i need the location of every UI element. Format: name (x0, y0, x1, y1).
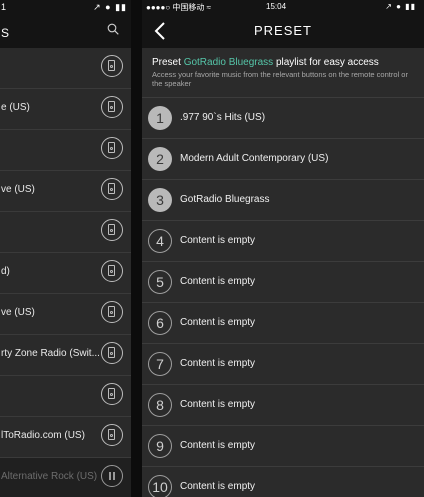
carrier-label: ●●●●○ 中国移动 ≈ (146, 3, 211, 12)
left-station-row[interactable]: lToRadio.com (US) (0, 417, 131, 458)
left-status-time: 1 (1, 2, 7, 12)
preset-label: Content is empty (180, 317, 256, 328)
preset-row-3[interactable]: 3 GotRadio Bluegrass (142, 179, 424, 220)
speaker-icon[interactable] (101, 96, 123, 118)
left-status-bar: 1 ↗ ● ▮▮ (0, 0, 131, 14)
preset-screen: ●●●●○ 中国移动 ≈ 15:04 ↗ ● ▮▮ PRESET Preset … (142, 0, 424, 497)
status-time: 15:04 (266, 2, 287, 11)
intro-prefix: Preset (152, 57, 184, 68)
speaker-icon[interactable] (101, 342, 123, 364)
speaker-icon[interactable] (101, 178, 123, 200)
left-status-icons: ↗ ● ▮▮ (93, 2, 127, 12)
preset-number-badge: 6 (148, 311, 172, 335)
preset-number-badge: 9 (148, 434, 172, 458)
speaker-icon[interactable] (101, 260, 123, 282)
preset-list: 1 .977 90`s Hits (US) 2 Modern Adult Con… (142, 97, 424, 497)
left-station-label: Alternative Rock (US) (1, 471, 98, 482)
left-station-row[interactable]: e (US) (0, 89, 131, 130)
left-station-row[interactable] (0, 212, 131, 253)
left-station-row[interactable]: ve (US) (0, 294, 131, 335)
speaker-icon[interactable] (101, 55, 123, 77)
preset-label: Content is empty (180, 276, 256, 287)
preset-label: GotRadio Bluegrass (180, 194, 270, 205)
left-station-row[interactable]: rty Zone Radio (Swit... (0, 335, 131, 376)
left-station-row[interactable]: d) (0, 253, 131, 294)
speaker-icon[interactable] (101, 137, 123, 159)
page-title: PRESET (253, 23, 312, 38)
search-icon[interactable] (107, 23, 119, 35)
preset-row-7[interactable]: 7 Content is empty (142, 343, 424, 384)
preset-row-4[interactable]: 4 Content is empty (142, 220, 424, 261)
preset-row-6[interactable]: 6 Content is empty (142, 302, 424, 343)
preset-row-10[interactable]: 10 Content is empty (142, 466, 424, 497)
status-icons: ↗ ● ▮▮ (385, 2, 416, 11)
pause-icon[interactable] (101, 465, 123, 487)
preset-number-badge: 5 (148, 270, 172, 294)
preset-number-badge: 7 (148, 352, 172, 376)
preset-label: Content is empty (180, 399, 256, 410)
preset-label: Content is empty (180, 358, 256, 369)
preset-number-badge: 10 (148, 475, 172, 497)
intro-description: Access your favorite music from the rele… (152, 70, 408, 88)
intro-suffix: playlist for easy access (273, 57, 379, 68)
preset-row-8[interactable]: 8 Content is empty (142, 384, 424, 425)
left-station-label: ve (US) (1, 307, 35, 318)
preset-row-5[interactable]: 5 Content is empty (142, 261, 424, 302)
left-station-list: e (US) ve (US) d) ve (US) rty Zone Radio… (0, 48, 131, 497)
left-station-label: d) (1, 266, 10, 277)
left-nav-bar: S (0, 14, 131, 48)
preset-row-1[interactable]: 1 .977 90`s Hits (US) (142, 97, 424, 138)
left-now-playing-row[interactable]: Alternative Rock (US) (0, 458, 131, 497)
preset-number-badge: 4 (148, 229, 172, 253)
left-station-label: e (US) (1, 102, 30, 113)
left-station-label: rty Zone Radio (Swit... (1, 348, 99, 359)
speaker-icon[interactable] (101, 219, 123, 241)
preset-intro: Preset GotRadio Bluegrass playlist for e… (142, 48, 424, 94)
left-station-label: lToRadio.com (US) (1, 430, 85, 441)
preset-number-badge: 2 (148, 147, 172, 171)
preset-label: Modern Adult Contemporary (US) (180, 153, 329, 164)
preset-number-badge: 1 (148, 106, 172, 130)
left-station-label: ve (US) (1, 184, 35, 195)
preset-number-badge: 3 (148, 188, 172, 212)
status-bar: ●●●●○ 中国移动 ≈ 15:04 ↗ ● ▮▮ (142, 0, 424, 14)
preset-row-9[interactable]: 9 Content is empty (142, 425, 424, 466)
left-station-row[interactable]: ve (US) (0, 171, 131, 212)
preset-label: .977 90`s Hits (US) (180, 112, 266, 123)
intro-station-name: GotRadio Bluegrass (183, 57, 274, 68)
intro-heading: Preset GotRadio Bluegrass playlist for e… (152, 57, 414, 68)
left-station-row[interactable] (0, 48, 131, 89)
speaker-icon[interactable] (101, 424, 123, 446)
speaker-icon[interactable] (101, 383, 123, 405)
preset-label: Content is empty (180, 440, 256, 451)
preset-row-2[interactable]: 2 Modern Adult Contemporary (US) (142, 138, 424, 179)
nav-bar: PRESET (142, 14, 424, 48)
left-station-row[interactable] (0, 376, 131, 417)
left-nav-title: S (1, 26, 11, 40)
left-station-row[interactable] (0, 130, 131, 171)
speaker-icon[interactable] (101, 301, 123, 323)
preset-label: Content is empty (180, 481, 256, 492)
preset-number-badge: 8 (148, 393, 172, 417)
left-phone-screen: 1 ↗ ● ▮▮ S e (US) ve (US) d) ve (US) rty… (0, 0, 131, 497)
preset-label: Content is empty (180, 235, 256, 246)
